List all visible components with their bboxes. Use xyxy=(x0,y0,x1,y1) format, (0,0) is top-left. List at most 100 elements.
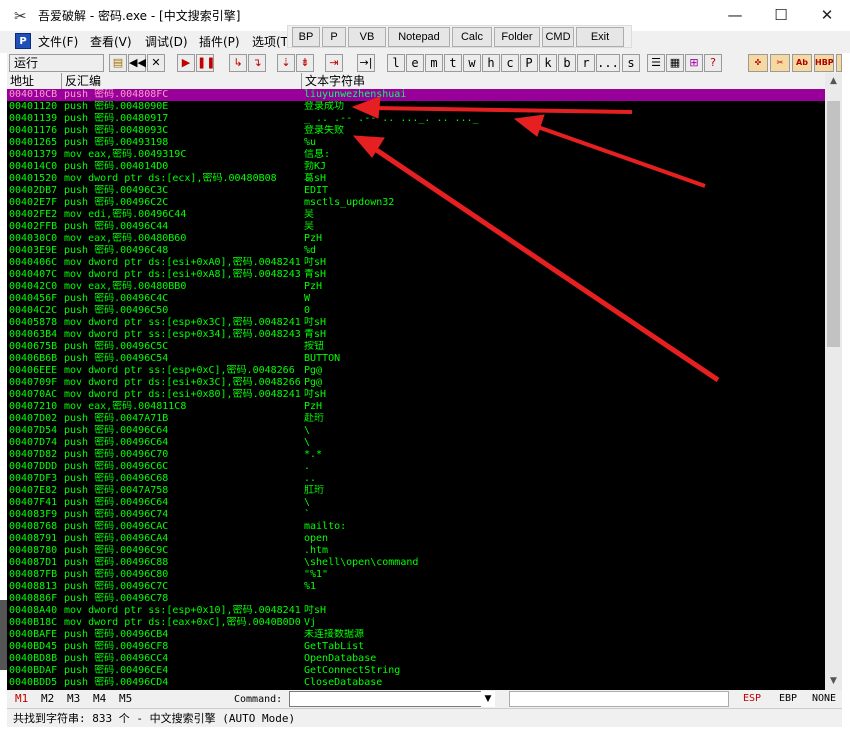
hbp-icon[interactable]: HBP xyxy=(814,54,834,72)
scrollbar-thumb[interactable] xyxy=(827,101,840,347)
menu-options[interactable]: 选项(T xyxy=(252,34,288,50)
command-input[interactable] xyxy=(289,691,495,707)
table-row[interactable]: 00401379 mov eax,密码.0049319C 信息: xyxy=(7,149,825,161)
toolbar-letter-l[interactable]: l xyxy=(387,54,405,72)
table-row[interactable]: 00402E7F push 密码.00496C2C msctls_updown32 xyxy=(7,197,825,209)
table-row[interactable]: 0040406C mov dword ptr ds:[esi+0xA0],密码.0… xyxy=(7,257,825,269)
table-row[interactable]: 004087D1 push 密码.00496C88 \shell\open\comm… xyxy=(7,557,825,569)
table-row[interactable]: 00407DDD push 密码.00496C6C. xyxy=(7,461,825,473)
column-disasm[interactable]: 反汇编 xyxy=(62,73,302,89)
table-row[interactable]: 00408A40 mov dword ptr ss:[esp+0x10],密码.0… xyxy=(7,605,825,617)
maximize-button[interactable]: ☐ xyxy=(758,0,804,31)
abc-icon[interactable]: Ab xyxy=(792,54,812,72)
run-icon[interactable]: ▶ xyxy=(177,54,195,72)
windows-icon[interactable]: ⊞ xyxy=(685,54,703,72)
toolbar-letter-p[interactable]: P xyxy=(520,54,538,72)
register-ebp[interactable]: EBP xyxy=(779,692,797,706)
p-button[interactable]: P xyxy=(322,27,346,47)
table-row[interactable]: 00408813 push 密码.00496C7C %1 xyxy=(7,581,825,593)
help-icon[interactable]: ? xyxy=(704,54,722,72)
menu-view[interactable]: 查看(V) xyxy=(90,34,132,50)
table-row[interactable]: 00407DF3 push 密码.00496C68.. xyxy=(7,473,825,485)
rewind-icon[interactable]: ◀◀ xyxy=(128,54,146,72)
go-to-icon[interactable]: →| xyxy=(357,54,375,72)
table-row[interactable]: 00402FE2 mov edi,密码.00496C44 吴 xyxy=(7,209,825,221)
register-none[interactable]: NONE xyxy=(812,692,836,706)
table-row[interactable]: 004030C0 mov eax,密码.00480B60 PzH xyxy=(7,233,825,245)
table-row[interactable]: 0040675B push 密码.00496C5C 按钮 xyxy=(7,341,825,353)
cmd-button[interactable]: CMD xyxy=(542,27,574,47)
table-row[interactable]: 00407D74 push 密码.00496C64 \ xyxy=(7,437,825,449)
vb-button[interactable]: VB xyxy=(348,27,386,47)
table-row[interactable]: 00401520 mov dword ptr ds:[ecx],密码.00480B… xyxy=(7,173,825,185)
table-row[interactable]: 00408791 push 密码.00496CA4 open xyxy=(7,533,825,545)
table-row[interactable]: 0040BAFE push 密码.00496CB4 未连接数据源 xyxy=(7,629,825,641)
step-over-icon[interactable]: ↴ xyxy=(248,54,266,72)
table-row[interactable]: 00401265 push 密码.00493198 %u xyxy=(7,137,825,149)
table-row[interactable]: 0040BD45 push 密码.00496CF8 GetTabList xyxy=(7,641,825,653)
chevron-down-icon[interactable]: ▼ xyxy=(481,691,495,707)
memory-tab-m2[interactable]: M2 xyxy=(41,691,54,707)
execute-till-return-icon[interactable]: ⇥ xyxy=(325,54,343,72)
menu-file[interactable]: 文件(F) xyxy=(38,34,78,50)
table-row[interactable]: 0040709F mov dword ptr ds:[esi+0x3C],密码.0… xyxy=(7,377,825,389)
table-row[interactable]: 00407F41 push 密码.00496C64 \ xyxy=(7,497,825,509)
table-row[interactable]: 00407D54 push 密码.00496C64 \ xyxy=(7,425,825,437)
table-row[interactable]: 004083F9 push 密码.00496C74 ` xyxy=(7,509,825,521)
table-row[interactable]: 0040BDD5 push 密码.00496CD4 CloseDatabase xyxy=(7,677,825,689)
trace-into-icon[interactable]: ⇣ xyxy=(277,54,295,72)
table-row[interactable]: 00408768 push 密码.00496CAC mailto: xyxy=(7,521,825,533)
table-row[interactable]: 004010CB push 密码.004808FC liuyunwezhenshua… xyxy=(7,89,825,101)
table-row[interactable]: 0040B18C mov dword ptr ds:[eax+0xC],密码.00… xyxy=(7,617,825,629)
list-icon[interactable]: ☰ xyxy=(647,54,665,72)
table-row[interactable]: 004087FB push 密码.00496C80 "%1" xyxy=(7,569,825,581)
table-row[interactable]: 00404C2C push 密码.00496C50 0 xyxy=(7,305,825,317)
pause-icon[interactable]: ❚❚ xyxy=(196,54,215,72)
step-into-icon[interactable]: ↳ xyxy=(229,54,247,72)
table-row[interactable]: 00401176 push 密码.0048093C 登录失败 xyxy=(7,125,825,137)
column-text[interactable]: 文本字符串 xyxy=(302,73,825,89)
table-row[interactable]: 004042C0 mov eax,密码.00480BB0 PzH xyxy=(7,281,825,293)
toolbar-letter-h[interactable]: h xyxy=(482,54,500,72)
table-row[interactable]: 00401139 push 密码.00480917 _ .. .-- .-- .. … xyxy=(7,113,825,125)
toolbar-letter-r[interactable]: r xyxy=(577,54,595,72)
folder-button[interactable]: Folder xyxy=(494,27,540,47)
tools-icon[interactable]: ✜ xyxy=(748,54,768,72)
table-row[interactable]: 00407D02 push 密码.0047A71B 赴珩 xyxy=(7,413,825,425)
toolbar-letter-e[interactable]: e xyxy=(406,54,424,72)
table-row[interactable]: 0040BD8B push 密码.00496CC4 OpenDatabase xyxy=(7,653,825,665)
open-icon[interactable]: ▤ xyxy=(109,54,127,72)
notepad-button[interactable]: Notepad xyxy=(388,27,450,47)
table-row[interactable]: 004014C0 push 密码.004014D0 勃KJ xyxy=(7,161,825,173)
table-row[interactable]: 00403E9E push 密码.00496C48 %d xyxy=(7,245,825,257)
memory-tab-m3[interactable]: M3 xyxy=(67,691,80,707)
vertical-scrollbar[interactable]: ▲ ▼ xyxy=(825,73,842,690)
trace-over-icon[interactable]: ⇟ xyxy=(296,54,314,72)
register-esp[interactable]: ESP xyxy=(743,692,761,706)
table-row[interactable]: 00407E82 push 密码.0047A758 肛珩 xyxy=(7,485,825,497)
toolbar-letter-c[interactable]: c xyxy=(501,54,519,72)
toolbar-letter-t[interactable]: t xyxy=(444,54,462,72)
table-row[interactable]: 0040456F push 密码.00496C4C W xyxy=(7,293,825,305)
table-row[interactable]: 00407D82 push 密码.00496C70 *.* xyxy=(7,449,825,461)
column-address[interactable]: 地址 xyxy=(7,73,62,89)
table-row[interactable]: 00406EEE mov dword ptr ss:[esp+0xC],密码.00… xyxy=(7,365,825,377)
table-row[interactable]: 00401120 push 密码.0048090E 登录成功 xyxy=(7,101,825,113)
table-row[interactable]: 0040BDAF push 密码.00496CE4 GetConnectString xyxy=(7,665,825,677)
memory-tab-m5[interactable]: M5 xyxy=(119,691,132,707)
toolbar-letter-k[interactable]: k xyxy=(539,54,557,72)
table-row[interactable]: 0040407C mov dword ptr ds:[esi+0xA8],密码.0… xyxy=(7,269,825,281)
memory-tab-m4[interactable]: M4 xyxy=(93,691,106,707)
table-row[interactable]: 00402FFB push 密码.00496C44 吴 xyxy=(7,221,825,233)
bp-button[interactable]: BP xyxy=(292,27,320,47)
scissors-icon[interactable]: ✂ xyxy=(770,54,790,72)
table-row[interactable]: 004070AC mov dword ptr ds:[esi+0x80],密码.0… xyxy=(7,389,825,401)
toolbar-letter-m[interactable]: m xyxy=(425,54,443,72)
close-button[interactable]: ✕ xyxy=(804,0,850,31)
toolbar-letter-b[interactable]: b xyxy=(558,54,576,72)
table-row[interactable]: 00405878 mov dword ptr ss:[esp+0x3C],密码.0… xyxy=(7,317,825,329)
exit-button[interactable]: Exit xyxy=(576,27,624,47)
close-file-icon[interactable]: ✕ xyxy=(147,54,165,72)
table-row[interactable]: 00406B6B push 密码.00496C54 BUTTON xyxy=(7,353,825,365)
table-row[interactable]: 00408780 push 密码.00496C9C .htm xyxy=(7,545,825,557)
